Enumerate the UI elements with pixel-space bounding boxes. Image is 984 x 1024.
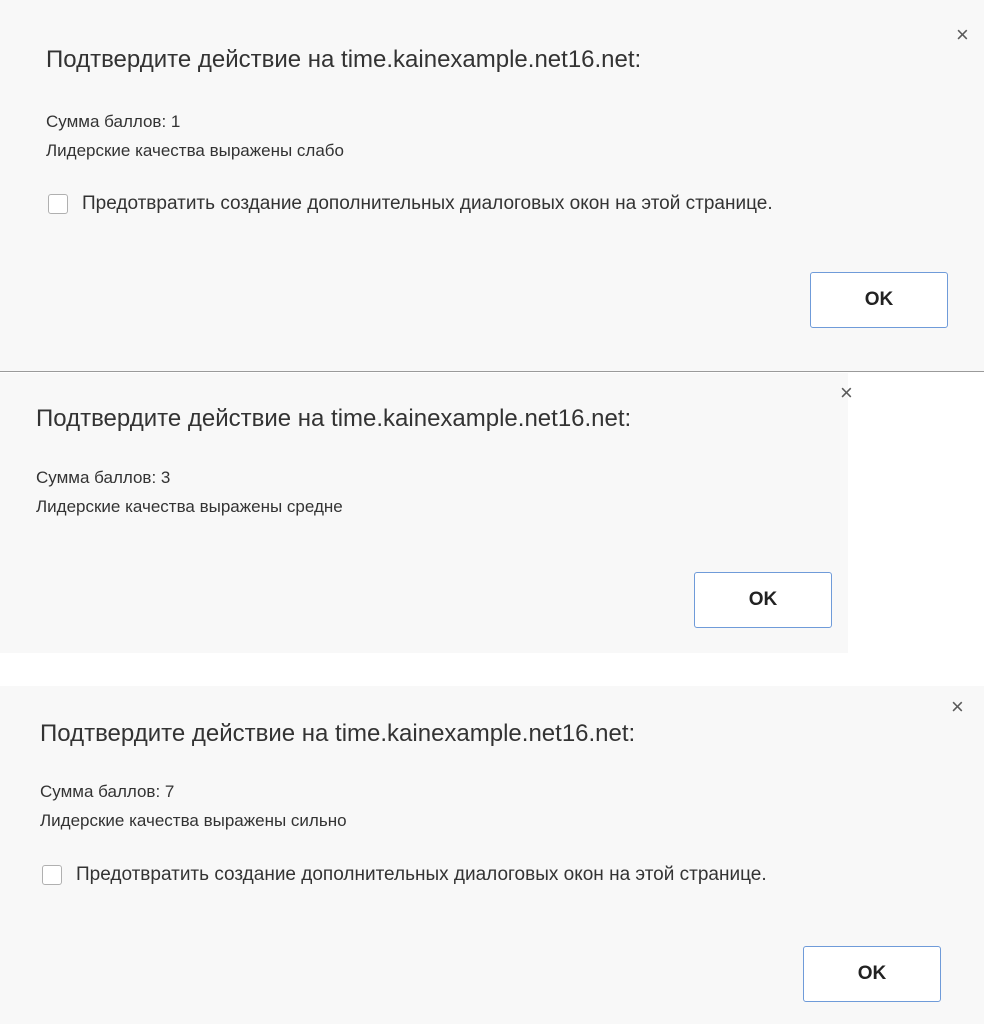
dialog-title: Подтвердите действие на time.kainexample…: [46, 46, 642, 73]
ok-button[interactable]: OK: [810, 272, 948, 328]
confirm-dialog-2: × Подтвердите действие на time.kainexamp…: [0, 373, 853, 653]
close-icon[interactable]: ×: [956, 24, 969, 46]
dialog-title: Подтвердите действие на time.kainexample…: [40, 720, 636, 747]
close-icon[interactable]: ×: [951, 696, 964, 718]
result-text: Лидерские качества выражены сильно: [40, 811, 347, 830]
score-text: Сумма баллов: 3: [36, 468, 171, 487]
suppress-dialogs-label: Предотвратить создание дополнительных ди…: [82, 193, 773, 214]
score-text: Сумма баллов: 7: [40, 782, 175, 801]
ok-button[interactable]: OK: [803, 946, 941, 1002]
suppress-dialogs-checkbox-row[interactable]: Предотвратить создание дополнительных ди…: [48, 193, 773, 215]
result-text: Лидерские качества выражены слабо: [46, 141, 344, 160]
close-icon[interactable]: ×: [840, 382, 853, 404]
suppress-dialogs-label: Предотвратить создание дополнительных ди…: [76, 864, 767, 885]
suppress-dialogs-checkbox-row[interactable]: Предотвратить создание дополнительных ди…: [42, 864, 767, 886]
result-text: Лидерские качества выражены средне: [36, 497, 343, 516]
ok-button[interactable]: OK: [694, 572, 832, 628]
confirm-dialog-3: × Подтвердите действие на time.kainexamp…: [0, 686, 984, 1024]
suppress-dialogs-checkbox[interactable]: [48, 194, 68, 214]
dialog-title: Подтвердите действие на time.kainexample…: [36, 405, 632, 432]
suppress-dialogs-checkbox[interactable]: [42, 865, 62, 885]
confirm-dialog-1: × Подтвердите действие на time.kainexamp…: [0, 0, 984, 372]
score-text: Сумма баллов: 1: [46, 112, 181, 131]
